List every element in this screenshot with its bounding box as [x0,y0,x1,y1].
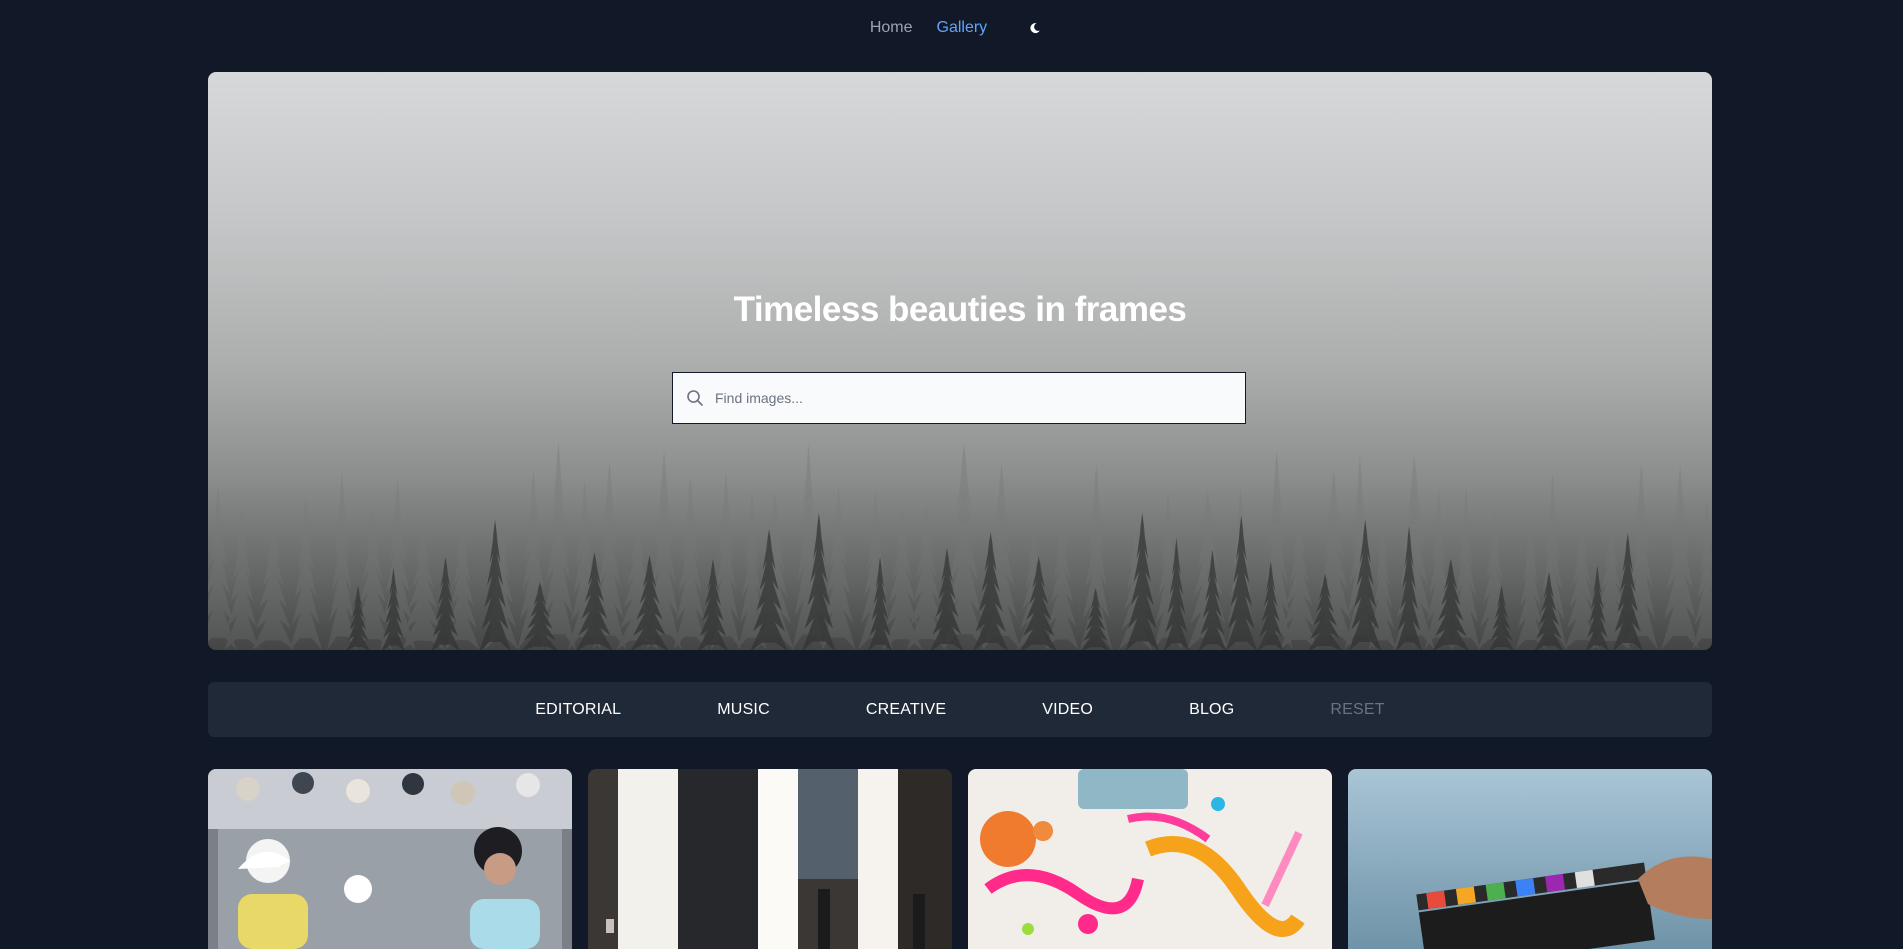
filter-reset-button[interactable]: RESET [1330,701,1384,719]
search-input[interactable] [713,377,1245,419]
music-studio-image [588,769,952,949]
filter-blog[interactable]: BLOG [1189,701,1234,719]
search-icon [685,388,705,408]
clapperboard-image [1348,769,1712,949]
gallery-card-clapperboard[interactable] [1348,769,1712,949]
gallery-card-tennis[interactable] [208,769,572,949]
nav-home-link[interactable]: Home [870,19,913,37]
image-gallery-grid [208,769,1712,949]
filter-music[interactable]: MUSIC [717,701,770,719]
paint-splatter-image [968,769,1332,949]
search-bar[interactable] [672,372,1246,424]
nav-gallery-link[interactable]: Gallery [937,19,988,37]
filter-editorial[interactable]: EDITORIAL [535,701,621,719]
hero-title: Timeless beauties in frames [733,290,1187,329]
gallery-card-paint[interactable] [968,769,1332,949]
filter-creative[interactable]: CREATIVE [866,701,946,719]
filter-video[interactable]: VIDEO [1042,701,1093,719]
category-filter-bar: EDITORIAL MUSIC CREATIVE VIDEO BLOG RESE… [208,682,1712,737]
tennis-players-image [208,769,572,949]
top-navigation: Home Gallery [0,0,1903,56]
moon-icon[interactable] [1025,18,1045,38]
gallery-card-music[interactable] [588,769,952,949]
foggy-forest-image [208,390,1712,650]
hero-banner: Timeless beauties in frames [208,72,1712,650]
